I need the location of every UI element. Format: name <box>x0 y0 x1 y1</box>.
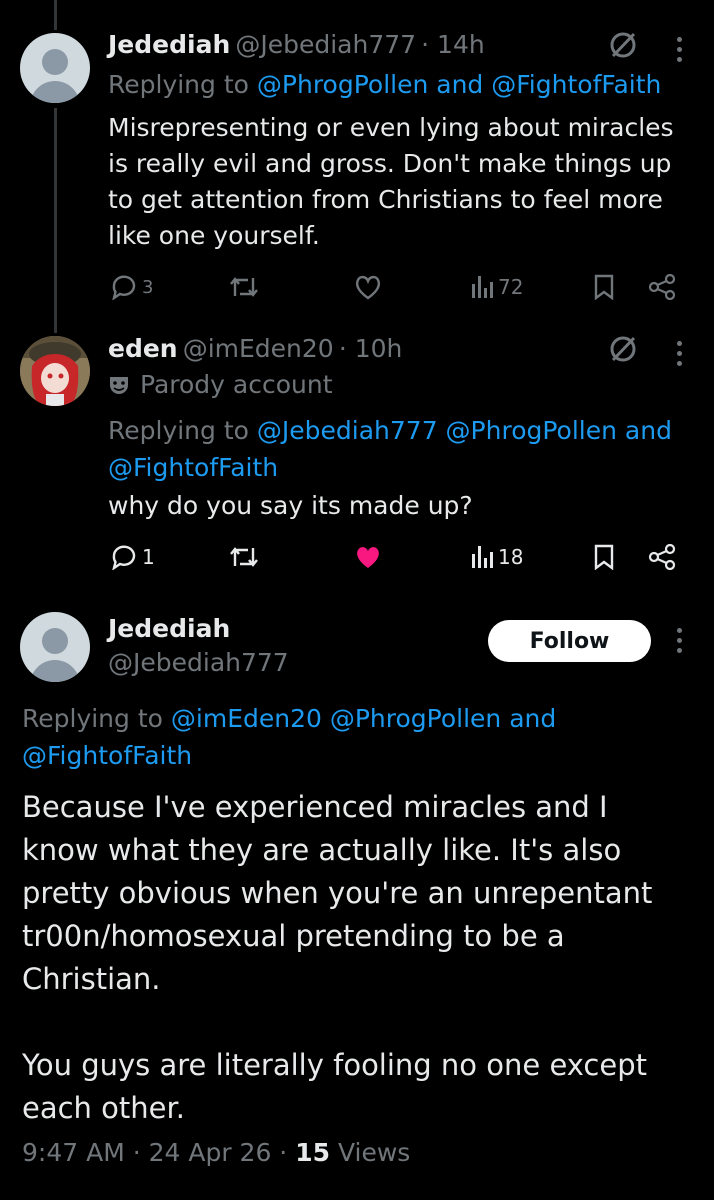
views-button[interactable]: 72 <box>470 274 523 300</box>
retweet-button[interactable] <box>228 544 260 570</box>
text-line: is really evil and gross. Don't make thi… <box>108 149 672 178</box>
share-icon <box>648 274 676 300</box>
text-line: to get attention from Christians to feel… <box>108 185 663 214</box>
avatar[interactable] <box>20 33 90 103</box>
parody-text: Parody account <box>140 370 333 399</box>
replying-prefix: Replying to <box>22 704 163 733</box>
tweet-meta: 9:47 AM · 24 Apr 26 · 15 Views <box>22 1138 410 1167</box>
timestamp[interactable]: 9:47 AM · 24 Apr 26 · <box>22 1138 287 1167</box>
replying-to-links[interactable]: @PhrogPollen and @FightofFaith <box>257 70 661 99</box>
parody-mask-icon <box>110 376 128 394</box>
parody-label: Parody account <box>108 370 333 399</box>
grok-icon[interactable] <box>608 334 638 364</box>
avatar[interactable] <box>20 612 90 682</box>
replying-to: Replying to @imEden20 @PhrogPollen and @… <box>22 700 556 774</box>
retweet-icon <box>230 277 258 297</box>
bookmark-icon <box>594 544 614 570</box>
reply-button[interactable]: 3 <box>110 274 153 300</box>
thread-line-mid <box>54 108 57 333</box>
share-icon <box>648 544 676 570</box>
avatar[interactable] <box>20 336 90 406</box>
views-count: 18 <box>498 545 524 569</box>
retweet-icon <box>230 547 258 567</box>
follow-button[interactable]: Follow <box>488 620 651 662</box>
reply-count: 1 <box>142 545 155 569</box>
share-button[interactable] <box>648 544 676 570</box>
thread-line-top <box>54 0 57 30</box>
replying-prefix: Replying to <box>108 416 249 445</box>
reply-icon <box>112 275 136 300</box>
replying-to: Replying to @PhrogPollen and @FightofFai… <box>108 70 661 99</box>
handle[interactable]: @Jebediah777 <box>235 30 416 59</box>
replying-prefix: Replying to <box>108 70 249 99</box>
text-line: like one yourself. <box>108 221 320 250</box>
tweet-text: Misrepresenting or even lying about mira… <box>108 110 674 254</box>
retweet-button[interactable] <box>228 274 260 300</box>
reply-button[interactable]: 1 <box>110 544 155 570</box>
handle[interactable]: @imEden20 <box>183 334 334 363</box>
views-count: 15 <box>295 1138 331 1167</box>
text-line: Misrepresenting or even lying about mira… <box>108 113 674 142</box>
handle[interactable]: @Jebediah777 <box>108 648 289 677</box>
display-name[interactable]: Jedediah <box>108 614 230 643</box>
bookmark-button[interactable] <box>593 544 615 570</box>
more-icon[interactable] <box>677 341 683 371</box>
views-button[interactable]: 18 <box>470 544 523 570</box>
like-icon <box>355 275 381 300</box>
display-name[interactable]: eden <box>108 334 178 363</box>
reply-icon <box>112 545 136 570</box>
tweet-text: Because I've experienced miracles and I … <box>22 790 653 1125</box>
like-button[interactable] <box>354 274 382 300</box>
bookmark-icon <box>594 274 614 300</box>
replying-to-links[interactable]: @FightofFaith <box>108 453 278 482</box>
timestamp[interactable]: · 14h <box>421 30 485 59</box>
like-button[interactable] <box>354 544 382 570</box>
more-icon[interactable] <box>677 628 683 658</box>
like-icon <box>357 547 379 568</box>
views-icon <box>472 546 493 568</box>
tweet-text: why do you say its made up? <box>108 491 473 520</box>
share-button[interactable] <box>648 274 676 300</box>
replying-to-links[interactable]: @Jebediah777 @PhrogPollen and <box>257 416 672 445</box>
replying-to: Replying to @Jebediah777 @PhrogPollen an… <box>108 412 672 486</box>
more-icon[interactable] <box>677 37 683 67</box>
display-name[interactable]: Jedediah <box>108 30 230 59</box>
grok-icon[interactable] <box>608 30 638 60</box>
views-count: 72 <box>498 275 524 299</box>
views-icon <box>472 276 493 298</box>
bookmark-button[interactable] <box>593 274 615 300</box>
timestamp[interactable]: · 10h <box>339 334 403 363</box>
reply-count: 3 <box>142 276 154 298</box>
replying-to-links[interactable]: @imEden20 @PhrogPollen and <box>171 704 556 733</box>
views-label: Views <box>337 1138 411 1167</box>
replying-to-links[interactable]: @FightofFaith <box>22 741 192 770</box>
